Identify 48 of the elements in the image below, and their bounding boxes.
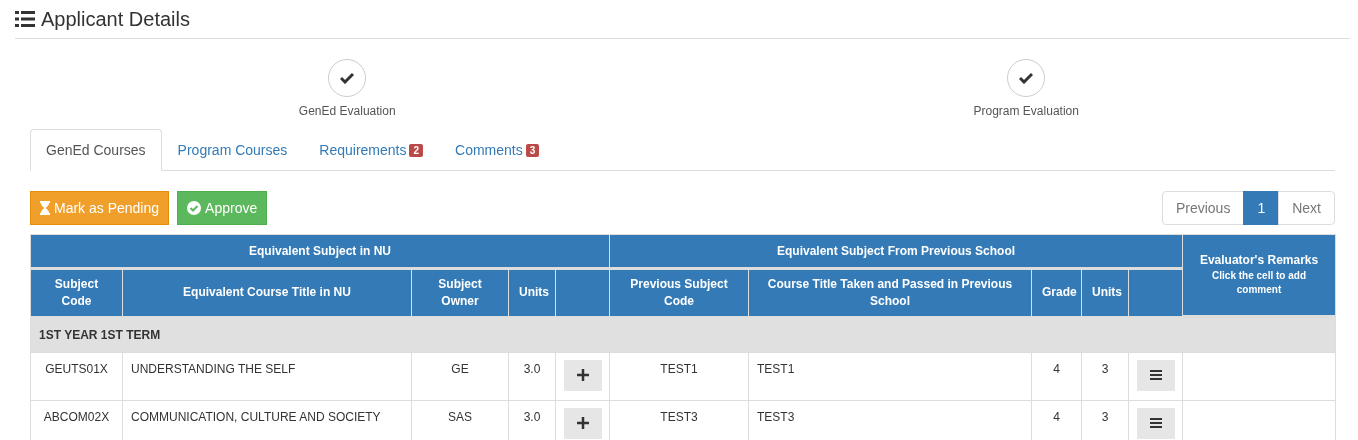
column-header: Previous Subject Code <box>609 268 749 317</box>
column-header: Equivalent Course Title in NU <box>122 268 412 317</box>
tab[interactable]: GenEd Courses <box>30 129 162 171</box>
remarks-header: Evaluator's Remarks Click the cell to add comment <box>1182 234 1336 317</box>
column-header: Units <box>508 268 556 317</box>
table-cell: 4 <box>1031 352 1082 401</box>
column-header: Subject Owner <box>411 268 509 317</box>
column-header: Units <box>1081 268 1129 317</box>
page-button[interactable]: Previous <box>1161 191 1245 225</box>
table-cell: GE <box>411 352 509 401</box>
page-title: Applicant Details <box>41 7 190 31</box>
group-header: Equivalent Subject From Previous School <box>609 234 1183 269</box>
page-button[interactable]: 1 <box>1243 191 1280 225</box>
column-header: Course Title Taken and Passed in Previous School <box>748 268 1032 317</box>
table-cell: 3 <box>1081 352 1129 401</box>
tab[interactable]: Program Courses <box>161 129 304 171</box>
plus-icon <box>577 369 589 382</box>
check-icon <box>340 72 355 84</box>
table-cell: TEST1 <box>748 352 1032 401</box>
step-label: Program Evaluation <box>973 104 1079 118</box>
approve-button[interactable]: Approve <box>177 191 268 225</box>
count-badge: 3 <box>525 143 540 157</box>
group-header: Equivalent Subject in NU <box>30 234 610 269</box>
tab[interactable]: Comments 3 <box>439 129 556 171</box>
list-icon <box>15 11 35 27</box>
check-circle-icon <box>187 201 202 215</box>
table-cell: GEUTS01X <box>30 352 123 401</box>
term-row: 1ST YEAR 1ST TERM <box>30 316 1336 353</box>
plus-icon <box>577 417 589 430</box>
add-button[interactable] <box>564 359 602 391</box>
add-button[interactable] <box>564 407 602 439</box>
column-header: Subject Code <box>30 268 123 317</box>
menu-button[interactable] <box>1137 407 1175 439</box>
menu-icon <box>1150 370 1162 381</box>
table-cell: UNDERSTANDING THE SELF <box>122 352 412 401</box>
table-cell: ABCOM02X <box>30 400 123 440</box>
menu-icon <box>1150 418 1162 429</box>
tab[interactable]: Requirements 2 <box>303 129 440 171</box>
hourglass-icon <box>40 201 50 215</box>
menu-button[interactable] <box>1137 359 1175 391</box>
table-cell: TEST1 <box>609 352 749 401</box>
column-header: Grade <box>1031 268 1082 317</box>
page-button[interactable]: Next <box>1278 191 1335 225</box>
count-badge: 2 <box>409 143 424 157</box>
remarks-cell[interactable] <box>1182 352 1336 401</box>
step-label: GenEd Evaluation <box>298 104 396 118</box>
check-icon <box>1019 72 1034 84</box>
table-cell: 3.0 <box>508 352 556 401</box>
